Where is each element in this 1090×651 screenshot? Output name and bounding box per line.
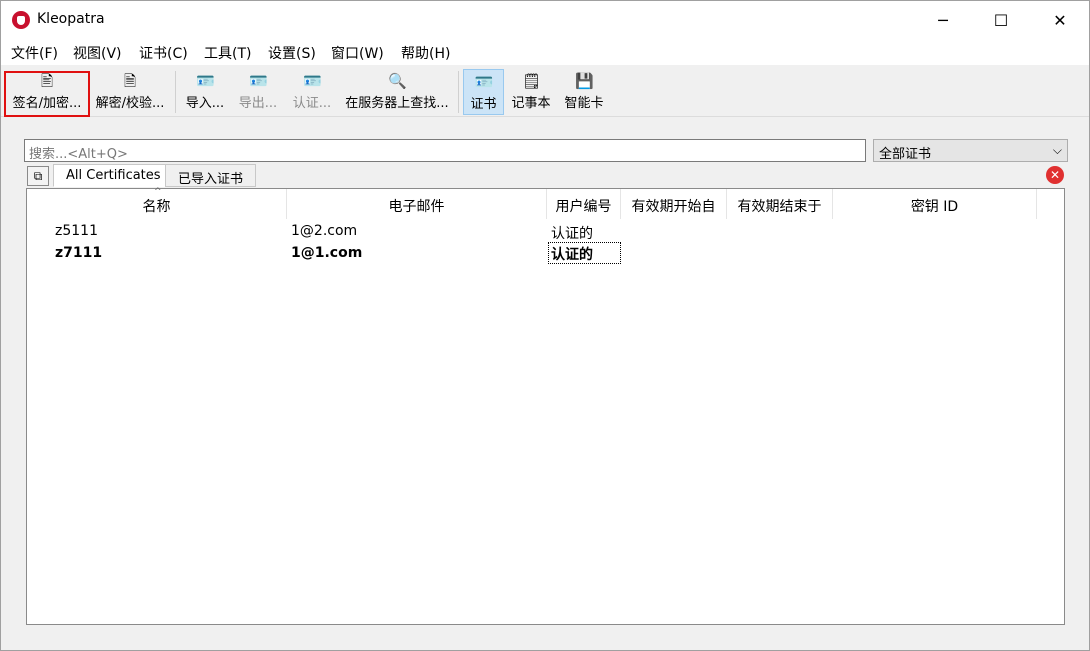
toolbar-separator xyxy=(175,71,176,113)
toolbar-separator xyxy=(458,71,459,113)
close-tab-icon: ✕ xyxy=(1049,168,1061,182)
maximize-button[interactable]: ☐ xyxy=(972,1,1030,39)
menu-file[interactable]: 文件(F) xyxy=(11,43,58,63)
smartcards-view-toggle[interactable]: 💾 智能卡 xyxy=(561,69,607,115)
cell-name: z7111 xyxy=(55,245,103,261)
menu-help[interactable]: 帮助(H) xyxy=(401,43,450,63)
certify-button[interactable]: 🪪 认证... xyxy=(289,69,335,115)
minimize-button[interactable]: ─ xyxy=(914,1,972,39)
certificates-view-toggle[interactable]: 🪪 证书 xyxy=(463,69,504,115)
certificate-filter-select[interactable]: 全部证书 ⌵ xyxy=(873,139,1068,162)
close-button[interactable]: ✕ xyxy=(1031,1,1089,39)
search-input[interactable]: 搜索...<Alt+Q> xyxy=(24,139,866,162)
column-header-user-id[interactable]: 用户编号 xyxy=(547,189,621,219)
kleopatra-window: Kleopatra ─ ☐ ✕ 文件(F) 视图(V) 证书(C) 工具(T) … xyxy=(0,0,1090,651)
tab-imported-certificates[interactable]: 已导入证书 xyxy=(165,164,257,187)
menu-view[interactable]: 视图(V) xyxy=(73,43,122,63)
lookup-on-server-button[interactable]: 🔍 在服务器上查找... xyxy=(342,69,452,115)
cell-name: z5111 xyxy=(55,223,98,239)
cell-user-id: 认证的 xyxy=(548,242,621,264)
menu-certificates[interactable]: 证书(C) xyxy=(139,43,188,63)
cell-email: 1@1.com xyxy=(291,245,363,261)
sign-encrypt-highlight-box xyxy=(4,71,90,117)
certify-icon: 🪪 xyxy=(303,72,322,90)
search-icon: 🔍 xyxy=(388,72,407,90)
notepad-icon: 🗒 xyxy=(522,72,542,90)
smartcards-view-label: 智能卡 xyxy=(564,96,604,111)
window-title: Kleopatra xyxy=(37,11,105,27)
certificate-icon: 🪪 xyxy=(474,73,494,91)
menu-settings[interactable]: 设置(S) xyxy=(268,43,316,63)
tab-all-certificates[interactable]: All Certificates xyxy=(53,164,174,187)
export-icon: 🪪 xyxy=(249,72,268,90)
export-button[interactable]: 🪪 导出... xyxy=(235,69,281,115)
main-toolbar: 🖹 签名/加密... 🗎 解密/校验... 🪪 导入... 🪪 导出... 🪪 … xyxy=(1,65,1089,117)
sort-ascending-icon: ^ xyxy=(154,187,162,197)
notepad-view-toggle[interactable]: 🗒 记事本 xyxy=(509,69,553,115)
column-header-key-id[interactable]: 密钥 ID xyxy=(833,189,1037,219)
decrypt-verify-icon: 🗎 xyxy=(123,72,137,90)
column-header-name[interactable]: ^ 名称 xyxy=(27,187,287,219)
certificates-view-label: 证书 xyxy=(470,97,497,112)
import-label: 导入... xyxy=(185,96,225,111)
kleopatra-logo-icon xyxy=(12,11,30,29)
decrypt-verify-label: 解密/校验... xyxy=(95,96,165,111)
lookup-on-server-label: 在服务器上查找... xyxy=(345,96,449,111)
menu-tools[interactable]: 工具(T) xyxy=(204,43,251,63)
new-tab-button[interactable]: ⧉ xyxy=(27,166,49,186)
cell-user-id: 认证的 xyxy=(551,226,593,242)
certificate-table[interactable]: ^ 名称 电子邮件 用户编号 有效期开始自 有效期结束于 密钥 ID z5111… xyxy=(26,187,1065,625)
column-header-valid-from[interactable]: 有效期开始自 xyxy=(621,189,727,219)
filter-selected-value: 全部证书 xyxy=(879,147,932,162)
new-tab-icon: ⧉ xyxy=(33,169,43,183)
close-tab-button[interactable]: ✕ xyxy=(1046,166,1064,184)
export-label: 导出... xyxy=(238,96,278,111)
import-button[interactable]: 🪪 导入... xyxy=(183,69,227,115)
column-header-email[interactable]: 电子邮件 xyxy=(287,189,547,219)
notepad-view-label: 记事本 xyxy=(511,96,551,111)
smartcard-icon: 💾 xyxy=(575,72,594,90)
menu-bar: 文件(F) 视图(V) 证书(C) 工具(T) 设置(S) 窗口(W) 帮助(H… xyxy=(1,39,1089,65)
title-bar: Kleopatra ─ ☐ ✕ xyxy=(1,1,1089,39)
certify-label: 认证... xyxy=(292,96,332,111)
menu-window[interactable]: 窗口(W) xyxy=(331,43,384,63)
column-header-valid-until[interactable]: 有效期结束于 xyxy=(727,189,833,219)
column-header-label: 名称 xyxy=(142,199,171,215)
decrypt-verify-button[interactable]: 🗎 解密/校验... xyxy=(93,69,167,115)
import-icon: 🪪 xyxy=(196,72,215,90)
cell-email: 1@2.com xyxy=(291,223,358,239)
chevron-down-icon: ⌵ xyxy=(1052,143,1062,157)
